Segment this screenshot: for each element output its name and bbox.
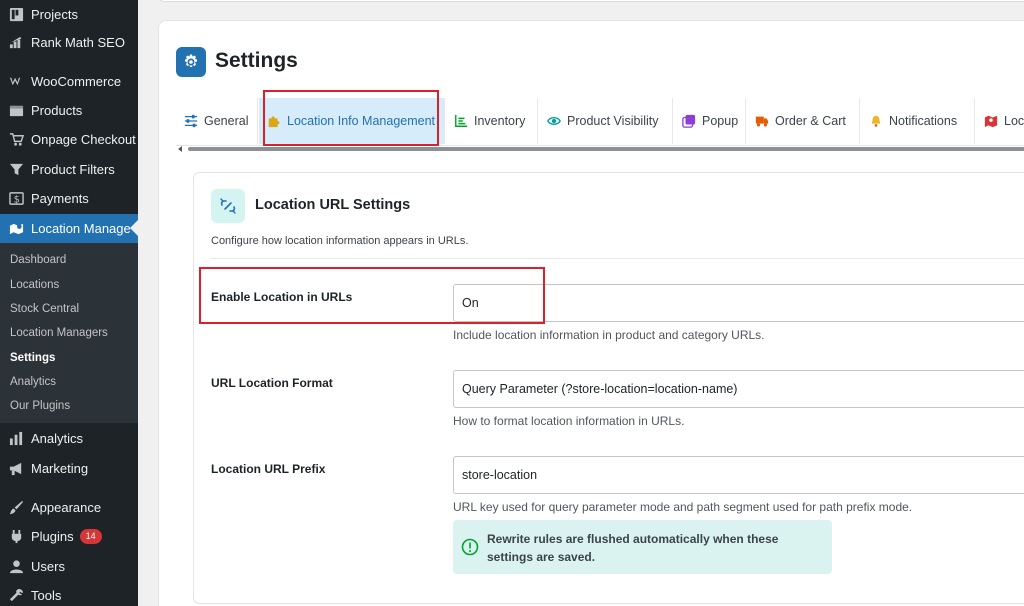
rank-math-icon	[8, 34, 24, 50]
url-prefix-help: URL key used for query parameter mode an…	[453, 500, 913, 514]
card-title: Location URL Settings	[255, 197, 411, 213]
users-icon	[8, 558, 24, 574]
tab-popup[interactable]: Popup	[674, 98, 746, 144]
sidebar-item-appearance[interactable]: Appearance	[0, 493, 138, 521]
tab-product-visibility[interactable]: Product Visibility	[539, 98, 673, 144]
wrench-icon	[8, 587, 24, 603]
url-format-select[interactable]: Query Parameter (?store-location=locatio…	[453, 370, 1024, 408]
rewrite-rules-notice: Rewrite rules are flushed automatically …	[453, 520, 832, 574]
eye-icon	[547, 117, 561, 125]
tab-label: Inventory	[474, 114, 526, 128]
top-card	[158, 0, 1024, 2]
url-prefix-value: store-location	[462, 468, 538, 482]
enable-location-help: Include location information in product …	[453, 328, 765, 342]
sidebar-item-analytics[interactable]: Analytics	[0, 424, 138, 452]
card-description: Configure how location information appea…	[211, 235, 469, 247]
sidebar-item-location-manage[interactable]: Location Manage	[0, 214, 138, 243]
woocommerce-icon	[8, 73, 24, 89]
sidebar-item-label: WooCommerce	[31, 73, 122, 89]
submenu-location-managers[interactable]: Location Managers	[10, 327, 108, 339]
tab-notifications[interactable]: Notifications	[861, 98, 975, 144]
sidebar-item-payments[interactable]: $ Payments	[0, 184, 138, 212]
url-format-help: How to format location information in UR…	[453, 414, 685, 428]
submenu-our-plugins[interactable]: Our Plugins	[10, 400, 70, 412]
sidebar-item-product-filters[interactable]: Product Filters	[0, 155, 138, 183]
sidebar-item-users[interactable]: Users	[0, 552, 138, 580]
products-icon	[8, 102, 24, 118]
url-prefix-input[interactable]: store-location	[453, 456, 1024, 494]
chart-bar-icon	[455, 114, 468, 127]
submenu-settings[interactable]: Settings	[10, 352, 55, 364]
location-icon	[8, 221, 24, 237]
sidebar-item-label: Analytics	[31, 430, 84, 446]
sidebar-item-label: Products	[31, 102, 83, 118]
sidebar-item-label: Marketing	[31, 460, 89, 476]
divider	[211, 258, 1024, 259]
tab-label: Notifications	[889, 114, 958, 128]
sidebar-item-label: Payments	[31, 190, 89, 206]
scrollbar-thumb[interactable]	[188, 147, 1024, 151]
sidebar-item-label: Projects	[31, 6, 78, 22]
sidebar-item-label: Rank Math SEO	[31, 34, 125, 50]
location-submenu: Dashboard Locations Stock Central Locati…	[0, 243, 138, 423]
bell-icon	[871, 115, 881, 127]
submenu-dashboard[interactable]: Dashboard	[10, 254, 66, 266]
sidebar-item-label: Plugins	[31, 528, 74, 544]
tab-label: Product Visibility	[567, 114, 659, 128]
url-format-label: URL Location Format	[211, 376, 333, 390]
projects-icon	[8, 6, 24, 22]
info-circle-icon	[461, 538, 479, 556]
highlight-box-enable-field	[199, 267, 545, 324]
truck-icon	[755, 116, 769, 127]
tab-inventory[interactable]: Inventory	[446, 98, 538, 144]
megaphone-icon	[8, 460, 24, 476]
sidebar-item-projects[interactable]: Projects	[0, 0, 138, 28]
tab-label: Popup	[702, 114, 739, 128]
sidebar-item-products[interactable]: Products	[0, 96, 138, 124]
plug-icon	[8, 528, 24, 544]
submenu-stock-central[interactable]: Stock Central	[10, 303, 79, 315]
scroll-left-arrow-icon[interactable]	[178, 146, 182, 152]
tab-label: Loc	[1004, 114, 1024, 128]
sidebar-item-label: Tools	[31, 587, 62, 603]
link-broken-icon	[211, 189, 245, 223]
sidebar-item-label: Onpage Checkout	[31, 131, 136, 147]
highlight-box-tab	[263, 90, 439, 146]
popup-icon	[682, 114, 696, 128]
tabs-scrollbar[interactable]	[176, 146, 1024, 152]
plugins-update-badge: 14	[79, 528, 102, 544]
sidebar-item-label: Product Filters	[31, 161, 115, 177]
sidebar-item-label: Appearance	[31, 499, 102, 515]
tab-order-cart[interactable]: Order & Cart	[747, 98, 860, 144]
tab-general[interactable]: General	[176, 98, 258, 144]
page-title: Settings	[215, 49, 298, 72]
sidebar-item-onpage-checkout[interactable]: Onpage Checkout	[0, 125, 138, 153]
sidebar-item-marketing[interactable]: Marketing	[0, 454, 138, 482]
payments-icon: $	[8, 190, 24, 206]
sidebar-item-tools[interactable]: Tools	[0, 581, 138, 606]
sidebar-item-plugins[interactable]: Plugins 14	[0, 522, 138, 550]
url-prefix-label: Location URL Prefix	[211, 462, 326, 476]
filter-icon	[8, 161, 24, 177]
admin-sidebar: Projects Rank Math SEO WooCommerce Produ…	[0, 0, 138, 606]
submenu-analytics[interactable]: Analytics	[10, 376, 56, 388]
cart-icon	[8, 131, 24, 147]
notice-text: Rewrite rules are flushed automatically …	[487, 532, 779, 564]
url-format-value: Query Parameter (?store-location=locatio…	[462, 382, 738, 396]
sliders-icon	[184, 114, 198, 128]
analytics-icon	[8, 430, 24, 446]
map-icon	[984, 115, 998, 128]
tab-loc[interactable]: Loc	[976, 98, 1024, 144]
submenu-locations[interactable]: Locations	[10, 279, 59, 291]
sidebar-item-rank-math[interactable]: Rank Math SEO	[0, 28, 138, 56]
tab-label: General	[204, 114, 249, 128]
sidebar-item-woocommerce[interactable]: WooCommerce	[0, 67, 138, 95]
sidebar-item-label: Users	[31, 558, 65, 574]
brush-icon	[8, 499, 24, 515]
sidebar-item-label: Location Manage	[31, 221, 131, 236]
tab-label: Order & Cart	[775, 114, 846, 128]
gear-icon	[176, 47, 206, 77]
svg-text:$: $	[13, 194, 19, 205]
